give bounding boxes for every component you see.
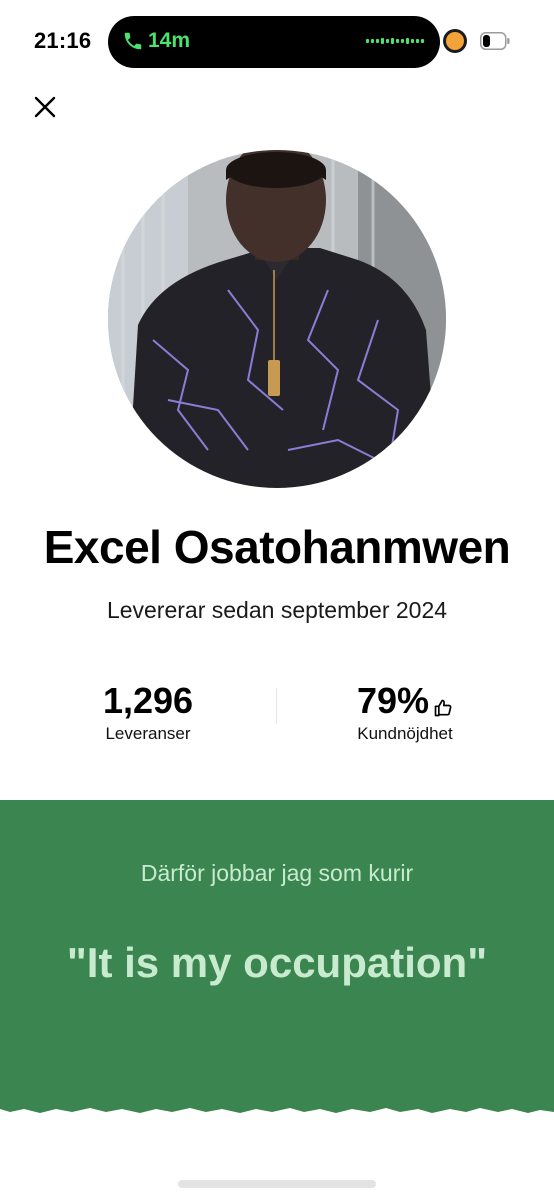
why-section: Därför jobbar jag som kurir "It is my oc… <box>0 800 554 1130</box>
stat-deliveries-label: Leveranser <box>105 724 191 743</box>
stat-divider <box>276 688 277 724</box>
stat-satisfaction: 79% Kundnöjdhet <box>305 680 505 744</box>
status-bar: 21:16 14m <box>0 0 554 84</box>
phone-icon <box>124 32 142 50</box>
close-icon <box>34 96 56 118</box>
stat-deliveries: 1,296 Leveranser <box>48 680 248 744</box>
why-quote: "It is my occupation" <box>66 939 488 986</box>
courier-name: Excel Osatohanmwen <box>43 521 511 573</box>
status-time: 21:16 <box>34 28 92 53</box>
stat-satisfaction-value: 79% <box>356 680 430 721</box>
battery-icon <box>480 32 510 50</box>
call-duration: 14m <box>148 29 191 52</box>
courier-avatar <box>108 150 446 488</box>
stat-satisfaction-label: Kundnöjdhet <box>357 724 453 743</box>
home-indicator[interactable] <box>178 1180 376 1188</box>
stat-deliveries-value: 1,296 <box>102 680 194 721</box>
thumbs-up-icon <box>434 699 452 717</box>
call-activity-pill[interactable]: 14m <box>108 16 440 68</box>
camera-indicator <box>446 32 464 50</box>
why-heading: Därför jobbar jag som kurir <box>140 860 414 886</box>
close-button[interactable] <box>26 88 64 126</box>
waveform-icon <box>366 38 424 44</box>
courier-since: Levererar sedan september 2024 <box>106 597 448 623</box>
